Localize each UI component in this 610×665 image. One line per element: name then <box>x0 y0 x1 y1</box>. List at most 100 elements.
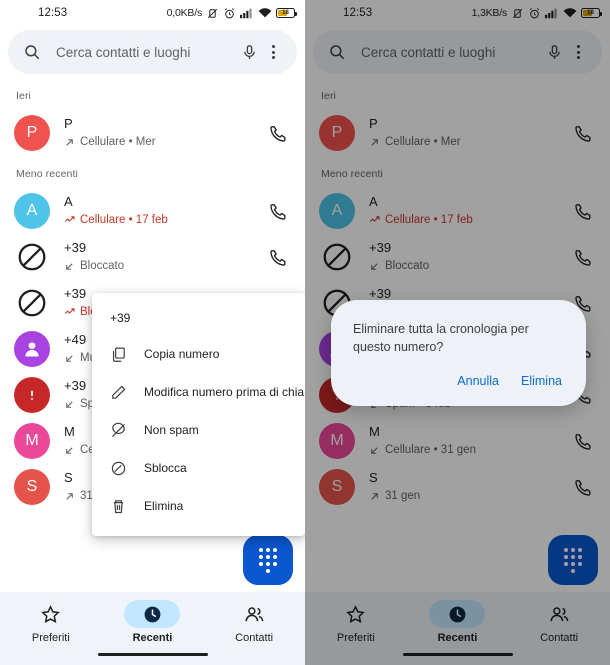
microphone-icon[interactable] <box>237 40 261 64</box>
call-detail-text: Cellulare • Mer <box>385 136 461 148</box>
call-detail-text: Bloccato <box>385 260 430 272</box>
more-vertical-icon[interactable] <box>566 45 590 59</box>
search-icon <box>325 40 349 64</box>
call-row-main: M Cellulare • 31 gen <box>369 424 570 458</box>
status-icons: 0,0KB/s 18 <box>167 7 297 20</box>
call-back-button[interactable] <box>570 198 596 224</box>
call-log-row[interactable]: +39 Bloccato <box>305 234 610 280</box>
call-back-button[interactable] <box>570 244 596 270</box>
call-log-row[interactable]: M M Cellulare • 31 gen <box>305 418 610 464</box>
person-icon <box>22 339 42 359</box>
call-back-button[interactable] <box>570 428 596 454</box>
nav-pill <box>124 600 181 628</box>
avatar: S <box>319 469 355 505</box>
nav-item-recenti[interactable]: Recenti <box>107 600 197 644</box>
nav-item-preferiti[interactable]: Preferiti <box>311 600 401 644</box>
battery-level: 18 <box>587 10 594 16</box>
call-back-button[interactable] <box>265 244 291 270</box>
menu-item-delete[interactable]: Elimina <box>92 487 305 525</box>
call-back-button[interactable] <box>570 474 596 500</box>
call-detail: Cellulare • 17 feb <box>64 212 265 228</box>
microphone-icon[interactable] <box>542 40 566 64</box>
contact-name: P <box>369 116 378 131</box>
dialpad-fab[interactable] <box>548 535 598 585</box>
section-header-ieri: Ieri <box>321 90 336 102</box>
menu-item-label: Modifica numero prima di chiamare <box>144 385 305 399</box>
context-menu-title: +39 <box>110 311 131 325</box>
gesture-bar <box>97 652 208 656</box>
call-detail: Bloccato <box>64 258 265 274</box>
signal-icon <box>240 7 254 19</box>
outgoing-call-icon <box>369 491 380 502</box>
status-icons: 1,3KB/s 18 <box>472 7 602 20</box>
more-vertical-icon[interactable] <box>261 45 285 59</box>
dialpad-fab[interactable] <box>243 535 293 585</box>
delete-history-dialog: Eliminare tutta la cronologia per questo… <box>331 300 586 406</box>
call-log-row[interactable]: P P Cellulare • Mer <box>0 110 305 156</box>
avatar: M <box>319 423 355 459</box>
nav-item-contatti[interactable]: Contatti <box>514 600 604 644</box>
search-bar[interactable]: Cerca contatti e luoghi <box>8 30 297 74</box>
clock-icon <box>448 605 467 624</box>
call-log-row[interactable]: A A Cellulare • 17 feb <box>305 188 610 234</box>
call-row-main: +39 Bloccato <box>64 240 265 274</box>
dialpad-icon <box>259 547 277 573</box>
vibrate-off-icon <box>206 7 219 20</box>
menu-item-copy-number[interactable]: Copia numero <box>92 335 305 373</box>
call-detail: 31 gen <box>369 488 570 504</box>
nav-item-contatti[interactable]: Contatti <box>209 600 299 644</box>
people-icon <box>549 604 570 625</box>
spam-avatar-icon <box>14 377 50 413</box>
call-detail-text: Cellulare • 31 gen <box>385 444 476 456</box>
star-icon <box>40 604 61 625</box>
call-back-button[interactable] <box>265 198 291 224</box>
search-input[interactable]: Cerca contatti e luoghi <box>361 45 542 60</box>
incoming-call-icon <box>369 261 380 272</box>
search-bar[interactable]: Cerca contatti e luoghi <box>313 30 602 74</box>
nav-label: Contatti <box>235 632 274 644</box>
menu-item-not-spam[interactable]: Non spam <box>92 411 305 449</box>
star-icon <box>345 604 366 625</box>
battery-icon: 18 <box>276 8 297 18</box>
nav-item-recenti[interactable]: Recenti <box>412 600 502 644</box>
call-detail: Bloccato <box>369 258 570 274</box>
call-detail-text: Cellulare • 17 feb <box>385 214 473 226</box>
call-detail-text: Cellulare • Mer <box>80 136 156 148</box>
wifi-icon <box>563 7 577 19</box>
call-log-row[interactable]: +39 Bloccato <box>0 234 305 280</box>
call-back-button[interactable] <box>570 120 596 146</box>
outgoing-call-icon <box>64 491 75 502</box>
clock-icon <box>143 605 162 624</box>
nav-label: Preferiti <box>336 632 375 644</box>
contact-name: A <box>369 194 378 209</box>
search-input[interactable]: Cerca contatti e luoghi <box>56 45 237 60</box>
cancel-button[interactable]: Annulla <box>457 374 499 388</box>
incoming-call-icon <box>369 445 380 456</box>
call-row-main: S 31 gen <box>369 470 570 504</box>
call-log-row[interactable]: S S 31 gen <box>305 464 610 510</box>
section-header-meno-recenti: Meno recenti <box>321 168 383 180</box>
nav-label: Recenti <box>132 632 173 644</box>
call-detail-text: 31 gen <box>385 490 421 502</box>
status-time: 12:53 <box>38 7 68 19</box>
nav-pill <box>23 600 79 628</box>
copy-icon <box>108 344 128 364</box>
nav-item-preferiti[interactable]: Preferiti <box>6 600 96 644</box>
menu-item-edit-number[interactable]: Modifica numero prima di chiamare <box>92 373 305 411</box>
call-row-main: A Cellulare • 17 feb <box>64 194 265 228</box>
outgoing-call-icon <box>64 137 75 148</box>
context-menu[interactable]: +39 Copia numero Modifica numero prima d… <box>92 293 305 536</box>
dialog-actions: Annulla Elimina <box>353 356 564 396</box>
menu-item-unblock[interactable]: Sblocca <box>92 449 305 487</box>
call-back-button[interactable] <box>265 120 291 146</box>
status-time: 12:53 <box>343 7 373 19</box>
alarm-icon <box>528 7 541 20</box>
menu-item-label: Non spam <box>144 423 199 437</box>
nav-label: Recenti <box>437 632 478 644</box>
delete-button[interactable]: Elimina <box>521 374 562 388</box>
signal-icon <box>545 7 559 19</box>
call-log-row[interactable]: A A Cellulare • 17 feb <box>0 188 305 234</box>
call-log-row[interactable]: P P Cellulare • Mer <box>305 110 610 156</box>
vibrate-off-icon <box>511 7 524 20</box>
nav-pill <box>226 600 282 628</box>
